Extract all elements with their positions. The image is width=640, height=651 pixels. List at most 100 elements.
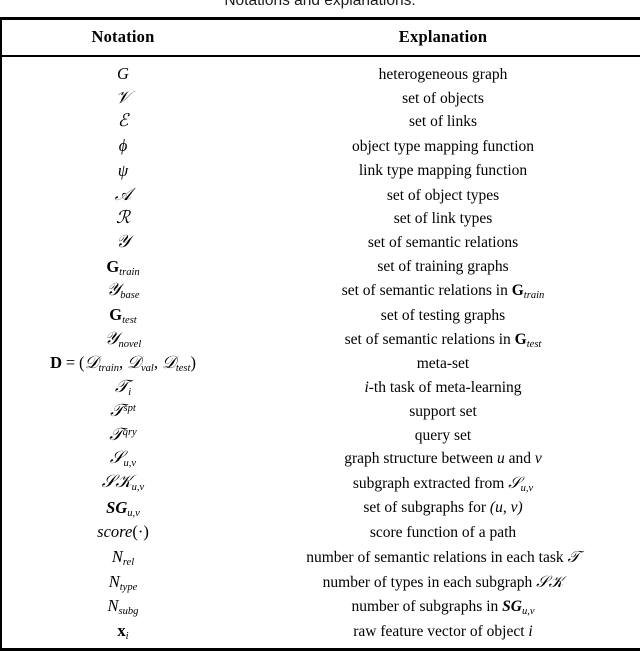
symbol-bold-x: x (117, 621, 126, 641)
table-row: 𝒯qry query set (2, 424, 640, 448)
subscript-train: train (523, 290, 545, 302)
table-row: score(·) score function of a path (2, 520, 640, 545)
explanation-cell: object type mapping function (351, 137, 535, 155)
notation-cell: ϕ (2, 134, 244, 159)
symbol-G: G (117, 64, 129, 83)
notations-table-body: G heterogeneous graph 𝒱 set of objects ℰ… (2, 57, 640, 648)
subscript-base: base (120, 290, 140, 302)
symbol-N: N (107, 596, 119, 616)
explanation-cell: set of semantic relations in Gtest (244, 328, 640, 352)
symbol-cal-Y: 𝒴 (104, 328, 119, 349)
symbol-cal-T: 𝒯 (114, 377, 129, 398)
subscript-test: test (175, 363, 191, 375)
explanation-cell: set of training graphs (377, 258, 509, 276)
symbol-cal-D: 𝒟 (161, 353, 176, 374)
subscript-val: val (140, 363, 154, 375)
notation-cell: Ntype (2, 570, 244, 595)
explanation-text: subgraph extracted from (352, 474, 505, 492)
subscript-test: test (122, 314, 137, 326)
table-row: 𝒯i i-th task of meta-learning (2, 376, 640, 400)
symbol-v: v (534, 450, 542, 468)
symbol-bold-SG: SG (502, 597, 522, 615)
subscript-v: v (131, 458, 137, 470)
explanation-text: set of semantic relations in (344, 330, 511, 348)
table-row: Gtest set of testing graphs (2, 303, 640, 328)
symbol-psi: ψ (117, 160, 129, 180)
explanation-cell: meta-set (416, 354, 470, 372)
symbol-cal-S: 𝒮 (101, 472, 116, 493)
subscript-uv: u,v (127, 508, 140, 519)
notation-cell: xi (2, 619, 244, 648)
table-row: Nsubg number of subgraphs in SGu,v (2, 594, 640, 619)
superscript-qry: qry (122, 426, 137, 438)
table-bottom-rule (2, 647, 640, 651)
symbol-score: score (97, 522, 133, 542)
table-row: 𝒯spt support set (2, 400, 640, 424)
subscript-i: i (128, 387, 132, 399)
explanation-cell: support set (409, 402, 477, 420)
table-header-row: Notation Explanation (2, 20, 640, 55)
symbol-N: N (108, 571, 120, 591)
symbol-cal-A: 𝒜 (114, 184, 132, 205)
equals-sign: = (65, 353, 76, 373)
symbol-cal-T: 𝒯 (110, 400, 124, 421)
subscript-uv: u,v (521, 483, 534, 494)
explanation-text: set of subgraphs for (363, 499, 487, 517)
explanation-text: raw feature vector of object (353, 622, 525, 640)
symbol-bold-G: G (511, 282, 524, 300)
notation-cell: 𝒴base (2, 279, 244, 303)
symbol-cal-D: 𝒟 (127, 353, 141, 374)
table-row: SGu,v set of subgraphs for (u, v) (2, 496, 640, 521)
symbol-cal-T: 𝒯 (567, 547, 580, 567)
symbol-cal-S: 𝒮 (536, 571, 549, 591)
subscript-train: train (119, 266, 140, 278)
right-paren: ) (517, 499, 523, 517)
notation-cell: 𝒯i (2, 376, 244, 400)
symbol-cal-D: 𝒟 (84, 353, 99, 374)
table-row: ϕ object type mapping function (2, 134, 640, 159)
notation-cell: ℰ (2, 110, 244, 134)
subscript-type: type (119, 581, 138, 593)
notation-cell: 𝒯spt (2, 400, 244, 424)
explanation-cell: score function of a path (369, 523, 517, 541)
table-figure: Notations and explanations. Notation Exp… (0, 0, 640, 651)
table-row: 𝒴 set of semantic relations (2, 231, 640, 255)
explanation-cell: link type mapping function (358, 162, 528, 180)
subscript-rel: rel (122, 557, 135, 568)
subscript-train: train (98, 363, 119, 375)
table-row: Gtrain set of training graphs (2, 255, 640, 280)
right-paren: ) (190, 353, 196, 373)
symbol-u: u (495, 499, 503, 517)
notation-cell: Gtest (2, 303, 244, 328)
symbol-bold-SG: SG (106, 497, 128, 517)
subscript-uv: u,v (123, 458, 136, 469)
notation-cell: 𝒴novel (2, 328, 244, 352)
subscript-test: test (526, 338, 542, 350)
subscript-v: v (529, 605, 535, 617)
notation-cell: 𝒯qry (2, 424, 244, 448)
table-header: Notation Explanation (2, 20, 640, 55)
table-row: ℰ set of links (2, 110, 640, 134)
subscript-novel: novel (118, 338, 142, 350)
symbol-cal-S: 𝒮 (508, 472, 521, 492)
symbol-cal-S: 𝒮 (109, 448, 124, 469)
symbol-cal-V: 𝒱 (115, 87, 131, 108)
table-row: G heterogeneous graph (2, 57, 640, 87)
explanation-cell: subgraph extracted from 𝒮u,v (244, 471, 640, 496)
symbol-u: u (497, 450, 505, 468)
table-row: 𝒱 set of objects (2, 87, 640, 111)
symbol-cal-G-glyph: 𝒦 (115, 472, 132, 493)
comma: , (153, 353, 158, 373)
explanation-cell: heterogeneous graph (378, 65, 508, 83)
symbol-cal-R: ℛ (116, 208, 130, 229)
column-header-notation: Notation (91, 27, 155, 46)
subscript-uv: u,v (132, 482, 145, 494)
notation-cell: Nsubg (2, 594, 244, 619)
explanation-cell: set of links (408, 113, 478, 131)
symbol-bold-D: D (50, 353, 62, 373)
symbol-cal-Y: 𝒴 (116, 231, 130, 252)
subscript-uv: u,v (522, 606, 535, 617)
table-row: ψ link type mapping function (2, 159, 640, 184)
subscript-v: v (135, 507, 140, 519)
notation-cell: 𝒱 (2, 87, 244, 111)
